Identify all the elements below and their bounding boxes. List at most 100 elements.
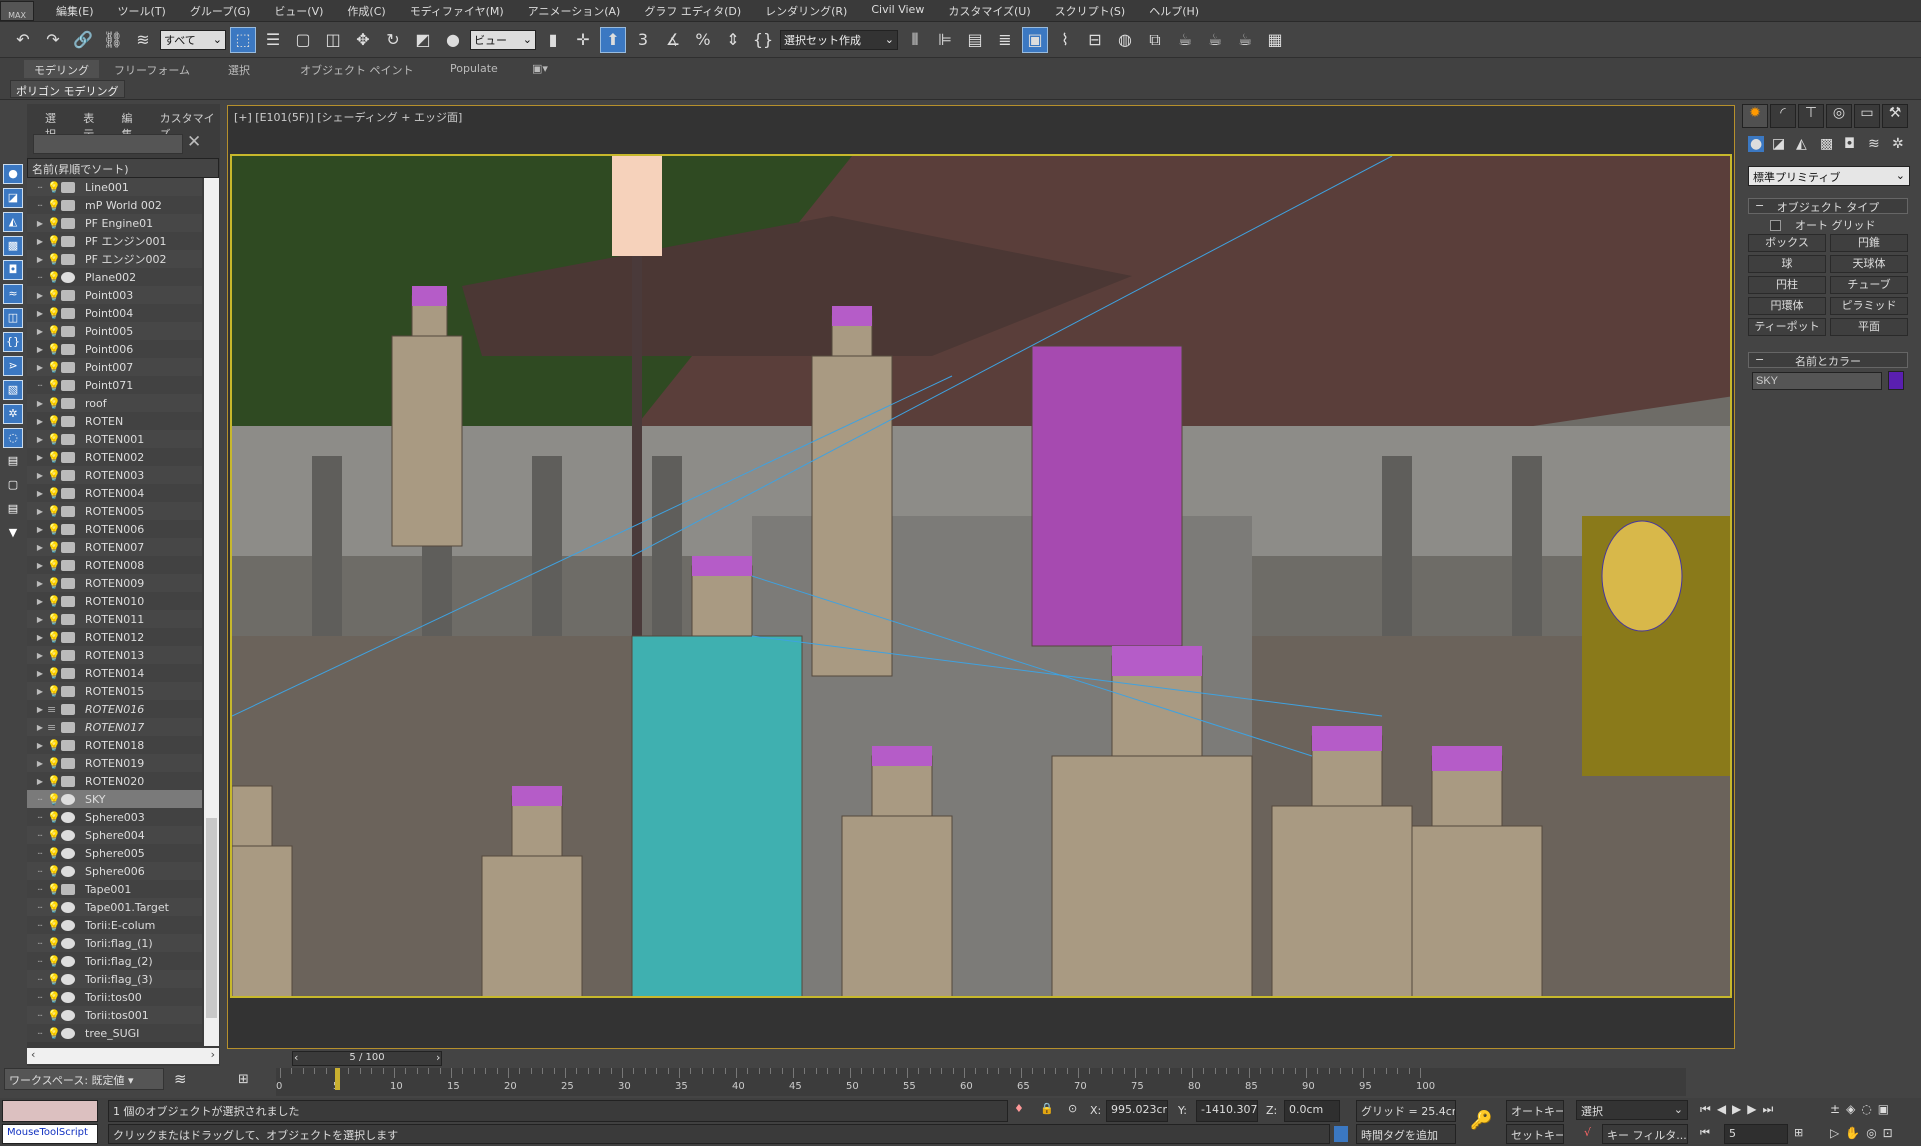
material-editor-icon[interactable]: ◍ — [1112, 27, 1138, 53]
primitive-button[interactable]: 円錐 — [1830, 234, 1908, 252]
manipulate-icon[interactable]: ✛ — [570, 27, 596, 53]
clear-search-icon[interactable]: ✕ — [187, 132, 201, 152]
ribbon-tab[interactable]: 選択 — [218, 60, 260, 78]
bone-filter-icon[interactable]: ⋗ — [3, 356, 23, 376]
visibility-bulb-icon[interactable]: 💡 — [47, 937, 61, 950]
visibility-bulb-icon[interactable]: 💡 — [47, 667, 61, 680]
app-menu-button[interactable]: MAX — [0, 0, 34, 21]
list-item[interactable]: ▶ 💡 ROTEN005 — [27, 502, 202, 520]
explorer-search-input[interactable] — [33, 134, 183, 154]
primitive-category-dropdown[interactable]: 標準プリミティブ ⌄ — [1748, 166, 1910, 186]
checkbox-box[interactable] — [1770, 219, 1781, 231]
frozen-filter-icon[interactable]: ✲ — [3, 404, 23, 424]
schematic-view-icon[interactable]: ⊟ — [1082, 27, 1108, 53]
light-filter-icon[interactable]: ◭ — [3, 212, 23, 232]
expand-arrow-icon[interactable]: ▶ — [33, 291, 47, 300]
autogrid-checkbox[interactable]: オート グリッド — [1770, 217, 1876, 233]
list-item[interactable]: ▶ 💡 ROTEN — [27, 412, 202, 430]
primitive-button[interactable]: 円環体 — [1748, 297, 1826, 315]
object-type-rollout-header[interactable]: − オブジェクト タイプ — [1748, 198, 1908, 214]
visibility-bulb-icon[interactable]: 💡 — [47, 541, 61, 554]
primitive-button[interactable]: 天球体 — [1830, 255, 1908, 273]
mirror-icon[interactable]: ⫴ — [902, 27, 928, 53]
list-item[interactable]: ┄ 💡 Line001 — [27, 178, 202, 196]
expand-arrow-icon[interactable]: ▶ — [33, 417, 47, 426]
visibility-bulb-icon[interactable]: 💡 — [47, 757, 61, 770]
rendered-frame-window-icon[interactable]: ☕ — [1172, 27, 1198, 53]
expand-arrow-icon[interactable]: ▶ — [33, 687, 47, 696]
selection-lock-icon[interactable]: 🔒 — [1040, 1102, 1054, 1115]
next-frame-icon[interactable]: › — [436, 1051, 440, 1064]
list-item[interactable]: ▶ 💡 ROTEN020 — [27, 772, 202, 790]
key-mode-toggle-icon[interactable]: ⏮ — [1700, 1126, 1710, 1140]
expand-arrow-icon[interactable]: ▶ — [33, 309, 47, 318]
y-coord-field[interactable]: -1410.307c — [1196, 1100, 1258, 1122]
camera-filter-icon[interactable]: ▩ — [3, 236, 23, 256]
menu-item[interactable]: 編集(E) — [44, 3, 106, 19]
expand-arrow-icon[interactable]: ▶ — [33, 597, 47, 606]
primitive-button[interactable]: 球 — [1748, 255, 1826, 273]
list-item[interactable]: ▶ 💡 PF エンジン002 — [27, 250, 202, 268]
scroll-left-icon[interactable]: ‹ — [31, 1048, 35, 1064]
menu-item[interactable]: レンダリング(R) — [753, 3, 859, 19]
visibility-bulb-icon[interactable]: 💡 — [47, 559, 61, 572]
ribbon-tab[interactable]: オブジェクト ペイント — [290, 60, 424, 78]
x-coord-field[interactable]: 995.023cm — [1106, 1100, 1168, 1122]
hidden-icon[interactable]: ≡ — [47, 721, 59, 734]
next-key-icon[interactable]: ▶ — [1747, 1102, 1756, 1117]
visibility-bulb-icon[interactable]: 💡 — [47, 955, 61, 968]
viewport-scene[interactable] — [230, 154, 1732, 998]
list-item[interactable]: ▶ 💡 ROTEN011 — [27, 610, 202, 628]
expand-arrow-icon[interactable]: ▶ — [33, 345, 47, 354]
visibility-bulb-icon[interactable]: 💡 — [47, 181, 61, 194]
list-item[interactable]: ▶ 💡 ROTEN008 — [27, 556, 202, 574]
expand-arrow-icon[interactable]: ▶ — [33, 399, 47, 408]
visibility-bulb-icon[interactable]: 💡 — [47, 829, 61, 842]
move-icon[interactable]: ✥ — [350, 27, 376, 53]
menu-item[interactable]: グラフ エディタ(D) — [632, 3, 753, 19]
menu-item[interactable]: Civil View — [859, 3, 936, 19]
setkey-button[interactable]: セットキー — [1506, 1124, 1564, 1144]
primitive-button[interactable]: チューブ — [1830, 276, 1908, 294]
list-item[interactable]: ┄ 💡 Torii:tos001 — [27, 1006, 202, 1024]
scene-explorer-toggle-icon[interactable]: ▣ — [1022, 26, 1048, 53]
visibility-bulb-icon[interactable]: 💡 — [47, 775, 61, 788]
visibility-bulb-icon[interactable]: 💡 — [47, 379, 61, 392]
scroll-right-icon[interactable]: › — [211, 1048, 215, 1064]
visibility-bulb-icon[interactable]: 💡 — [47, 811, 61, 824]
polygon-modeling-panel[interactable]: ポリゴン モデリング — [10, 80, 125, 98]
visibility-bulb-icon[interactable]: 💡 — [47, 217, 61, 230]
visibility-bulb-icon[interactable]: 💡 — [47, 685, 61, 698]
align-icon[interactable]: ⊫ — [932, 27, 958, 53]
add-time-tag-button[interactable]: 時間タグを追加 — [1356, 1124, 1456, 1144]
key-filters-button[interactable]: キー フィルタ... — [1602, 1124, 1688, 1144]
expand-arrow-icon[interactable]: ▶ — [33, 471, 47, 480]
list-item[interactable]: ┄ 💡 Torii:tos00 — [27, 988, 202, 1006]
list-item[interactable]: ▶ 💡 ROTEN003 — [27, 466, 202, 484]
prev-frame-icon[interactable]: ‹ — [294, 1051, 298, 1064]
primitive-button[interactable]: ピラミッド — [1830, 297, 1908, 315]
hidden-icon[interactable]: ≡ — [47, 703, 59, 716]
list-item[interactable]: ▶ 💡 ROTEN014 — [27, 664, 202, 682]
viewport-label[interactable]: [+] [E101(5F)] [シェーディング + エッジ面] — [234, 109, 462, 125]
list-item[interactable]: ┄ 💡 Sphere005 — [27, 844, 202, 862]
list-item[interactable]: ▶ 💡 ROTEN018 — [27, 736, 202, 754]
primitive-button[interactable]: 平面 — [1830, 318, 1908, 336]
expand-arrow-icon[interactable]: ▶ — [33, 705, 47, 714]
utilities-tab-icon[interactable]: ⚒ — [1882, 104, 1908, 128]
expand-arrow-icon[interactable]: ▶ — [33, 615, 47, 624]
visibility-bulb-icon[interactable]: 💡 — [47, 919, 61, 932]
expand-arrow-icon[interactable]: ▶ — [33, 435, 47, 444]
expand-arrow-icon[interactable]: ▶ — [33, 255, 47, 264]
expand-arrow-icon[interactable]: ▶ — [33, 543, 47, 552]
reference-coord-dropdown[interactable]: ビュー ⌄ — [470, 29, 536, 50]
time-config-icon[interactable]: ⊞ — [1794, 1126, 1803, 1139]
visibility-bulb-icon[interactable]: 💡 — [47, 343, 61, 356]
list-item[interactable]: ┄ 💡 Sphere003 — [27, 808, 202, 826]
time-tag-icon[interactable] — [1334, 1126, 1348, 1142]
visibility-bulb-icon[interactable]: 💡 — [47, 307, 61, 320]
visibility-bulb-icon[interactable]: 💡 — [47, 973, 61, 986]
visibility-bulb-icon[interactable]: 💡 — [47, 847, 61, 860]
list-item[interactable]: ▶ 💡 ROTEN009 — [27, 574, 202, 592]
window-crossing-icon[interactable]: ◫ — [320, 27, 346, 53]
